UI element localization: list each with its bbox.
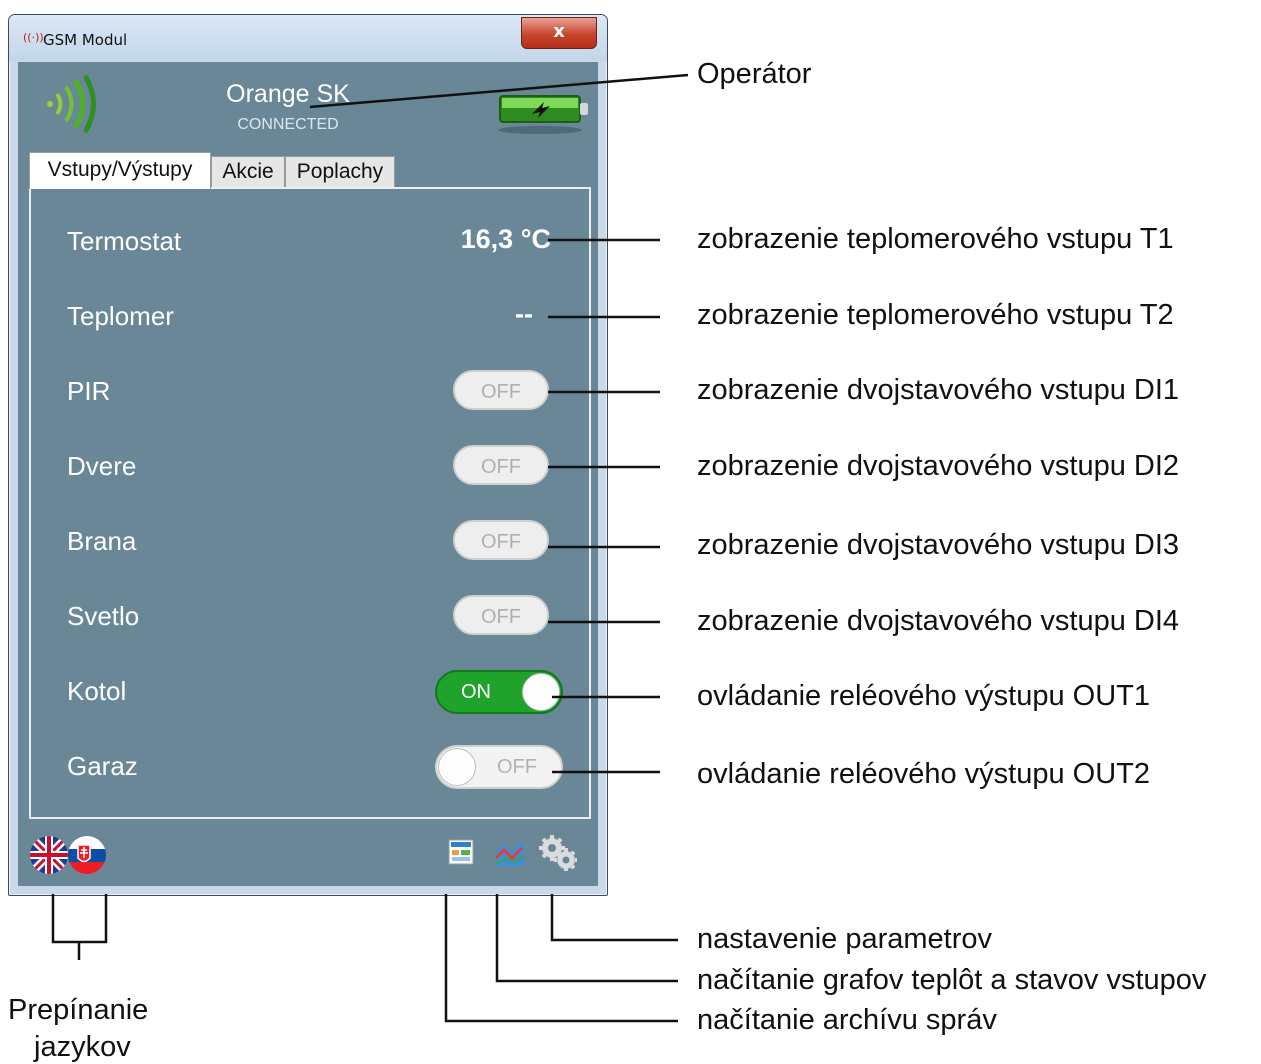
annotation-graphs: načítanie grafov teplôt a stavov vstupov (697, 964, 1207, 996)
annotation-t2: zobrazenie teplomerového vstupu T2 (697, 299, 1174, 331)
annotation-out1: ovládanie reléového výstupu OUT1 (697, 680, 1150, 712)
annotation-out2: ovládanie reléového výstupu OUT2 (697, 758, 1150, 790)
annotation-settings: nastavenie parametrov (697, 923, 992, 955)
annotation-language-line2: jazykov (34, 1031, 131, 1063)
annotation-t1: zobrazenie teplomerového vstupu T1 (697, 223, 1174, 255)
tab-inputs-outputs[interactable]: Vstupy/Výstupy (29, 152, 211, 189)
annotation-language-line1: Prepínanie (8, 994, 149, 1026)
annotation-di2: zobrazenie dvojstavového vstupu DI2 (697, 450, 1180, 482)
annotation-di3: zobrazenie dvojstavového vstupu DI3 (697, 529, 1180, 561)
annotation-di1: zobrazenie dvojstavového vstupu DI1 (697, 374, 1180, 406)
annotation-operator: Operátor (697, 58, 812, 90)
annotation-archive: načítanie archívu správ (697, 1004, 997, 1036)
annotation-di4: zobrazenie dvojstavového vstupu DI4 (697, 605, 1180, 637)
